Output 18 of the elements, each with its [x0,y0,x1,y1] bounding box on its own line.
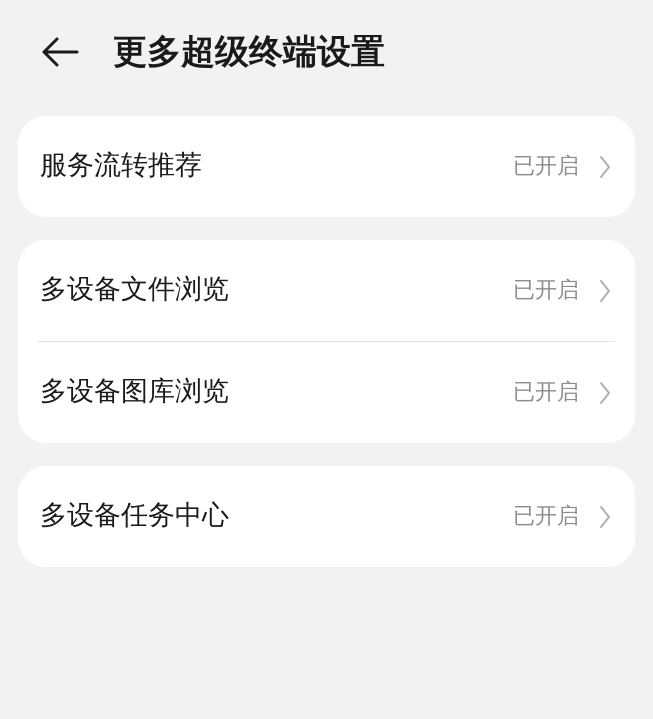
chevron-right-icon [599,504,611,528]
page-title: 更多超级终端设置 [113,35,385,69]
setting-label: 多设备图库浏览 [40,375,229,410]
settings-row[interactable]: 多设备图库浏览 已开启 [18,342,635,443]
back-arrow-icon [41,37,79,67]
setting-label: 多设备任务中心 [40,499,229,534]
chevron-right-icon [599,380,611,404]
setting-status: 已开启 [513,277,579,305]
settings-row[interactable]: 多设备任务中心 已开启 [18,466,635,567]
chevron-right-icon [599,278,611,302]
setting-label: 多设备文件浏览 [40,273,229,308]
setting-status: 已开启 [513,379,579,407]
settings-row[interactable]: 服务流转推荐 已开启 [18,116,635,217]
chevron-right-icon [599,154,611,178]
setting-status: 已开启 [513,503,579,531]
settings-row[interactable]: 多设备文件浏览 已开启 [18,240,635,341]
setting-label: 服务流转推荐 [40,149,202,184]
setting-status: 已开启 [513,153,579,181]
